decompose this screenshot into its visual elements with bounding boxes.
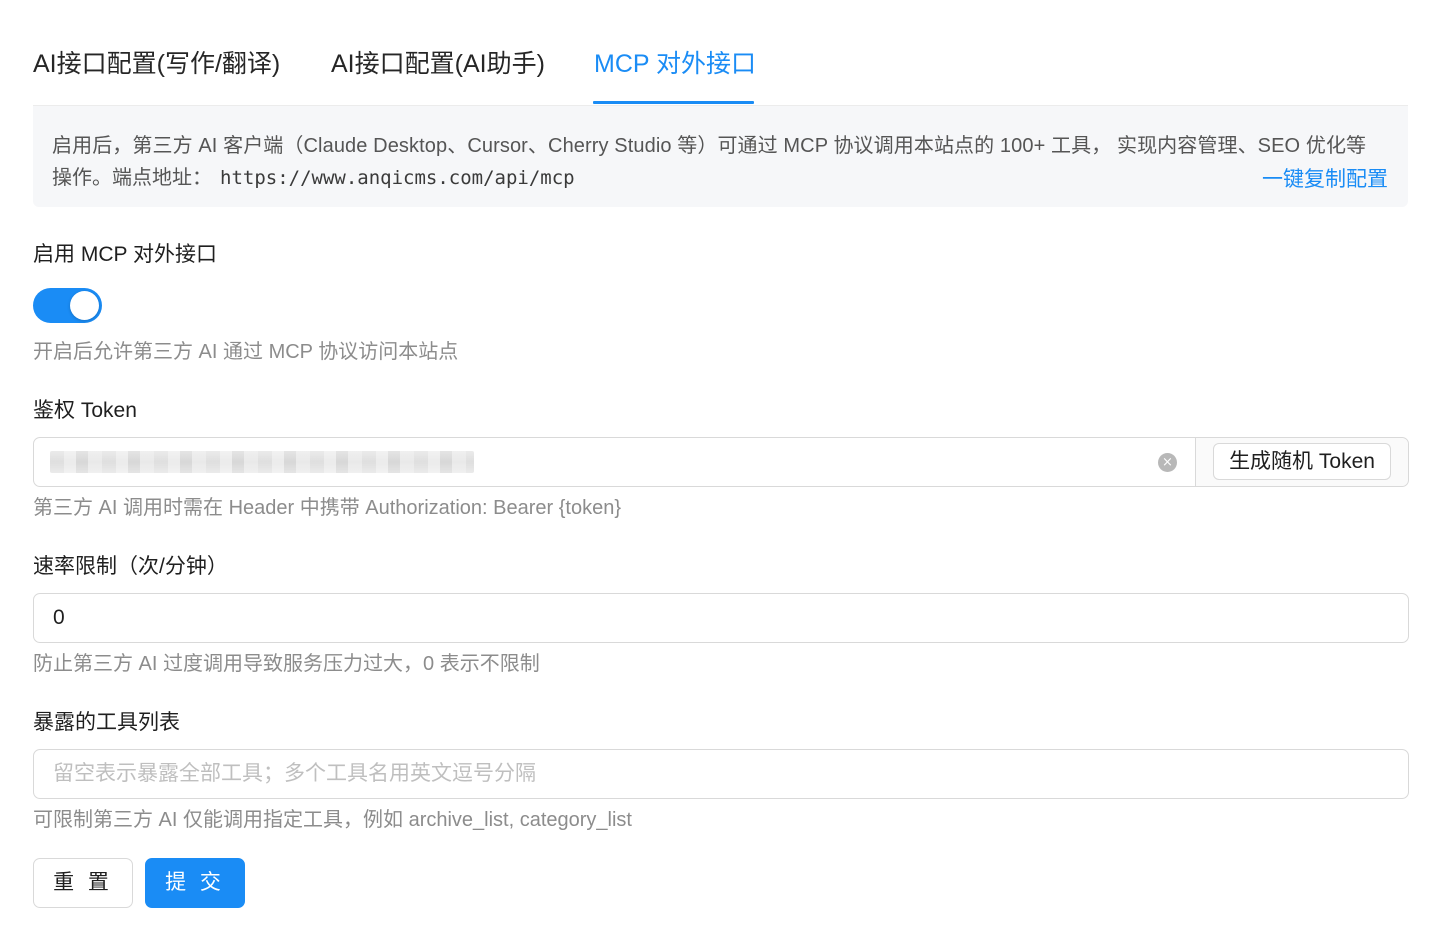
active-tab-indicator xyxy=(593,101,754,104)
reset-button[interactable]: 重 置 xyxy=(33,858,133,908)
enable-mcp-help: 开启后允许第三方 AI 通过 MCP 协议访问本站点 xyxy=(33,341,459,363)
rate-limit-help: 防止第三方 AI 过度调用导致服务压力过大，0 表示不限制 xyxy=(33,653,540,675)
tools-help: 可限制第三方 AI 仅能调用指定工具，例如 archive_list, cate… xyxy=(33,809,632,831)
tab-mcp-interface[interactable]: MCP 对外接口 xyxy=(594,44,756,80)
enable-mcp-toggle[interactable] xyxy=(33,288,102,323)
token-addon: 生成随机 Token xyxy=(1195,438,1408,486)
token-help: 第三方 AI 调用时需在 Header 中携带 Authorization: B… xyxy=(33,497,621,519)
settings-tabs: AI接口配置(写作/翻译) AI接口配置(AI助手) MCP 对外接口 xyxy=(33,0,1408,106)
token-value-masked xyxy=(50,451,474,473)
toggle-knob xyxy=(70,291,99,320)
mcp-info-notice: 启用后，第三方 AI 客户端（Claude Desktop、Cursor、Che… xyxy=(33,106,1408,207)
clear-icon[interactable]: × xyxy=(1158,453,1177,472)
tools-label: 暴露的工具列表 xyxy=(33,711,180,734)
enable-mcp-label: 启用 MCP 对外接口 xyxy=(33,243,217,266)
rate-limit-label: 速率限制（次/分钟） xyxy=(33,555,228,578)
copy-config-link[interactable]: 一键复制配置 xyxy=(1262,163,1388,193)
tab-ai-assistant[interactable]: AI接口配置(AI助手) xyxy=(331,44,545,80)
submit-button[interactable]: 提 交 xyxy=(145,858,245,908)
rate-limit-input[interactable]: 0 xyxy=(33,593,1409,643)
tab-ai-writing-translation[interactable]: AI接口配置(写作/翻译) xyxy=(33,44,280,80)
token-field-group: × 生成随机 Token xyxy=(33,437,1409,487)
notice-endpoint-line: 操作。端点地址： https://www.anqicms.com/api/mcp xyxy=(52,161,575,190)
token-input[interactable]: × xyxy=(34,438,1195,486)
token-label: 鉴权 Token xyxy=(33,399,137,422)
endpoint-label: 操作。端点地址： xyxy=(52,167,212,189)
notice-description: 启用后，第三方 AI 客户端（Claude Desktop、Cursor、Che… xyxy=(52,135,1367,157)
generate-token-button[interactable]: 生成随机 Token xyxy=(1213,443,1391,480)
endpoint-url: https://www.anqicms.com/api/mcp xyxy=(220,167,575,189)
tools-input[interactable]: 留空表示暴露全部工具；多个工具名用英文逗号分隔 xyxy=(33,749,1409,799)
